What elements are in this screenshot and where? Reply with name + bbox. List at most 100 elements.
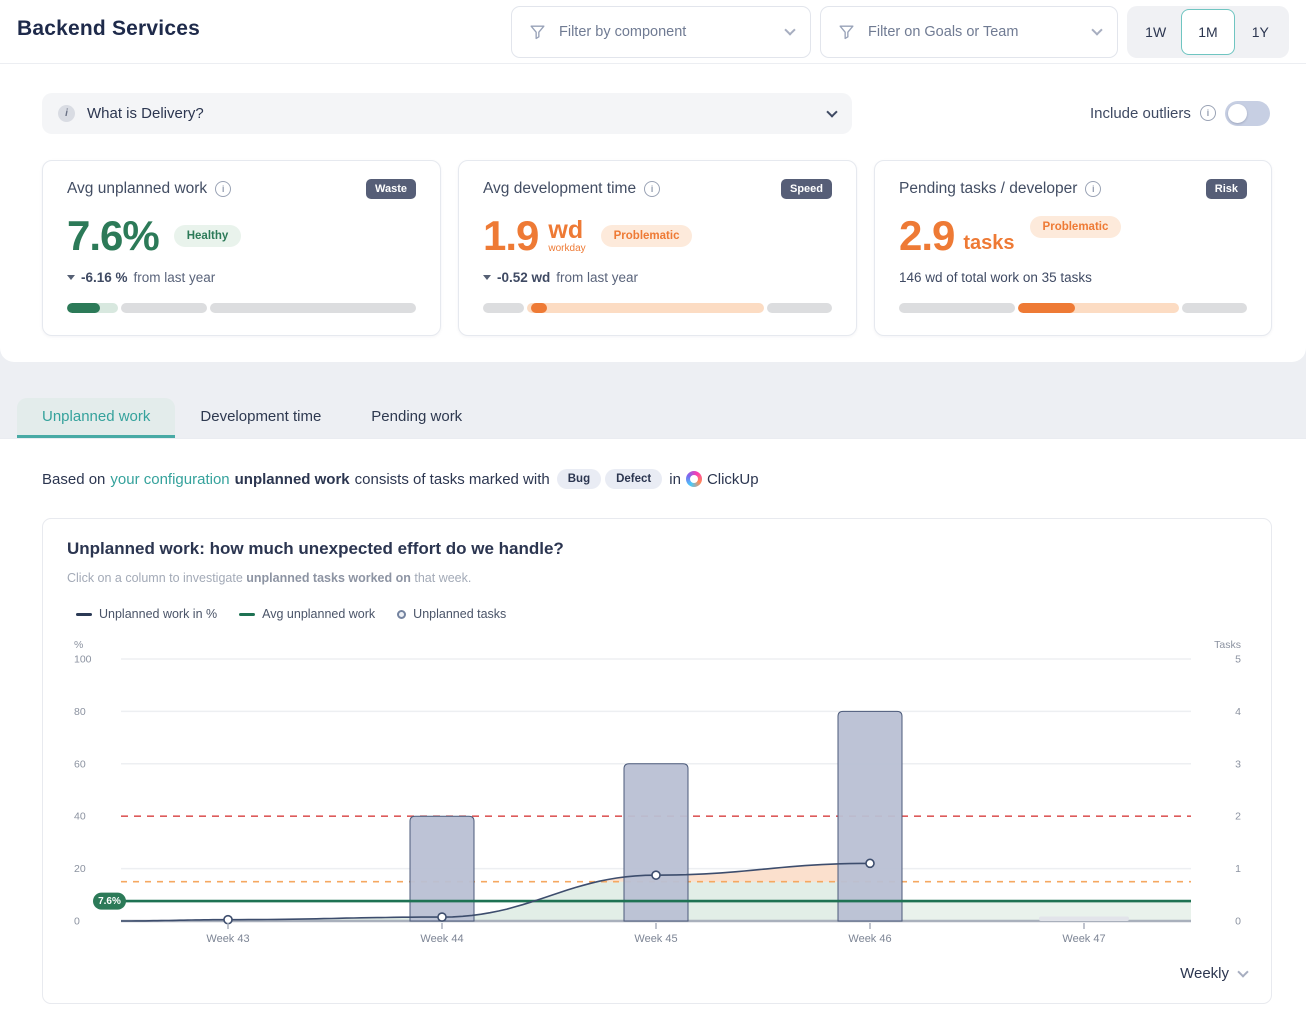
filter-placeholder: Filter by component [559,24,774,40]
info-icon[interactable]: i [215,181,231,197]
chart-legend: Unplanned work in % Avg unplanned work U… [76,607,506,621]
right-tick-label: 3 [1235,758,1241,770]
tab-unplanned-work[interactable]: Unplanned work [17,398,175,438]
configuration-sentence: Based on your configuration unplanned wo… [42,469,759,489]
bar-week-45[interactable] [624,764,688,921]
metric-tabs: Unplanned workDevelopment timePending wo… [17,398,487,438]
kpi-delta-suffix: from last year [134,270,216,285]
progress-fill [1018,303,1074,313]
tab-pending-work[interactable]: Pending work [346,398,487,438]
chart-canvas[interactable]: 7.6%Week 43Week 44Week 45Week 46Week 47%… [43,635,1273,965]
kpi-unit-sub: workday [548,244,585,254]
data-point-week-45[interactable] [652,871,660,879]
progress-segment [899,303,1015,313]
waste-badge: Waste [366,179,416,199]
your-configuration-link[interactable]: your configuration [110,471,229,488]
x-label-week-45: Week 45 [634,933,677,945]
left-tick-label: 60 [74,758,86,770]
trend-down-icon [67,275,75,280]
kpi-progress-bar [899,303,1247,313]
granularity-dropdown[interactable]: Weekly [1180,965,1247,982]
progress-segment [67,303,118,313]
range-button-1y[interactable]: 1Y [1235,9,1286,55]
kpi-unit: wd [548,218,585,243]
info-icon[interactable]: i [644,181,660,197]
range-button-1m[interactable]: 1M [1181,9,1234,55]
chart-title: Unplanned work: how much unexpected effo… [67,539,564,559]
config-in: in [669,471,681,488]
time-range-selector: 1W1M1Y [1127,6,1289,58]
left-tick-label: 40 [74,811,86,823]
info-icon[interactable]: i [1085,181,1101,197]
toggle-knob [1228,104,1247,123]
config-prefix: Based on [42,471,105,488]
right-tick-label: 2 [1235,811,1241,823]
data-point-week-44[interactable] [438,913,446,921]
bar-week-46[interactable] [838,711,902,921]
filter-goals-team-dropdown[interactable]: Filter on Goals or Team [820,6,1118,58]
legend-avg-unplanned: Avg unplanned work [239,607,375,621]
right-tick-label: 5 [1235,654,1241,666]
filter-by-component-dropdown[interactable]: Filter by component [511,6,811,58]
granularity-label: Weekly [1180,965,1229,982]
kpi-progress-bar [483,303,832,313]
chevron-down-icon [784,24,795,35]
risk-badge: Risk [1206,179,1247,199]
kpi-card-unplanned-work: Avg unplanned work i Waste 7.6% Healthy … [42,160,441,336]
bar-week-week-47-zero[interactable] [1039,917,1129,922]
progress-segment [527,303,764,313]
kpi-title: Avg unplanned work [67,180,207,198]
chevron-down-icon [826,106,837,117]
tag-defect: Defect [605,469,662,489]
avg-value-label: 7.6% [98,896,121,907]
kpi-title: Avg development time [483,180,636,198]
avg-band-area [870,901,1191,921]
line-swatch-icon [76,613,92,616]
right-tick-label: 0 [1235,916,1241,928]
progress-segment [121,303,207,313]
progress-segment [767,303,832,313]
filter-placeholder: Filter on Goals or Team [868,24,1081,40]
page-title: Backend Services [17,17,200,41]
line-swatch-icon [239,613,255,616]
data-point-week-43[interactable] [224,916,232,924]
tool-name: ClickUp [707,471,759,488]
kpi-title: Pending tasks / developer [899,180,1077,198]
x-label-week-47: Week 47 [1062,933,1105,945]
info-icon: i [1200,105,1216,121]
kpi-delta: -0.52 wd [497,270,550,285]
info-icon: i [58,105,75,122]
tag-bug: Bug [557,469,601,489]
clickup-logo-icon [686,471,702,487]
kpi-value: 2.9 [899,212,954,260]
left-tick-label: 80 [74,706,86,718]
accordion-label: What is Delivery? [87,105,816,122]
what-is-delivery-accordion[interactable]: i What is Delivery? [42,93,852,134]
progress-segment [210,303,416,313]
dot-swatch-icon [397,610,406,619]
x-label-week-43: Week 43 [206,933,249,945]
legend-unplanned-pct: Unplanned work in % [76,607,217,621]
kpi-value: 1.9 [483,212,538,260]
left-axis-unit: % [74,639,83,651]
tab-development-time[interactable]: Development time [175,398,346,438]
left-tick-label: 20 [74,863,86,875]
chart-subtitle: Click on a column to investigate unplann… [67,571,471,585]
content-panel: Based on your configuration unplanned wo… [0,438,1306,1013]
kpi-unit: tasks [963,232,1014,255]
progress-segment [483,303,524,313]
data-point-week-46[interactable] [866,859,874,867]
progress-segment [1182,303,1247,313]
left-tick-label: 0 [74,916,80,928]
range-button-1w[interactable]: 1W [1130,9,1181,55]
kpi-progress-bar [67,303,416,313]
bar-week-44[interactable] [410,816,474,921]
chevron-down-icon [1237,966,1248,977]
right-tick-label: 4 [1235,706,1241,718]
include-outliers-toggle[interactable] [1225,101,1270,126]
unplanned-work-chart-card: Unplanned work: how much unexpected effo… [42,518,1272,1004]
kpi-delta-suffix: from last year [556,270,638,285]
funnel-icon [528,23,547,42]
speed-badge: Speed [781,179,832,199]
kpi-note: 146 wd of total work on 35 tasks [899,270,1092,285]
